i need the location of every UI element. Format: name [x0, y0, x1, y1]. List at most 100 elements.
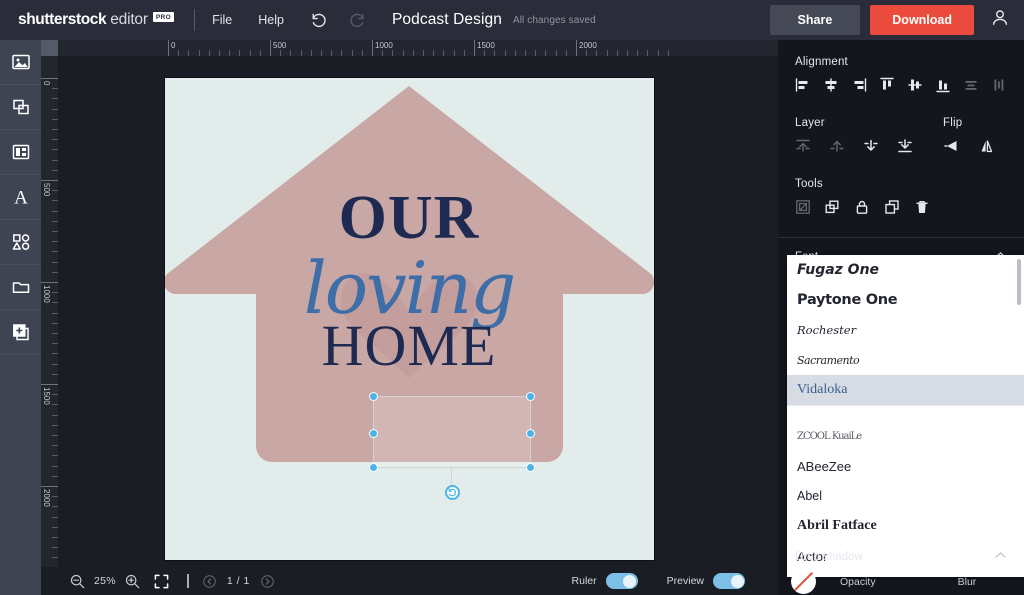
align-center-horizontal-button[interactable] [823, 77, 839, 98]
bring-forward-button[interactable] [829, 138, 845, 159]
fit-screen-icon[interactable] [154, 574, 169, 589]
flip-title: Flip [943, 117, 995, 129]
app-logo[interactable]: shutterstock editor PRO [18, 11, 174, 29]
ruler-toggle-label: Ruler [572, 575, 597, 587]
svg-text:HOME: HOME [322, 313, 497, 378]
font-option[interactable]: Paytone One [787, 285, 1024, 315]
distribute-horizontal-button[interactable] [963, 77, 979, 98]
selection-handle-sw[interactable] [369, 463, 378, 472]
align-middle-vertical-button[interactable] [907, 77, 923, 98]
undo-icon[interactable] [310, 12, 327, 29]
font-option[interactable]: Abel [787, 481, 1024, 511]
flip-horizontal-button[interactable] [943, 138, 960, 159]
svg-text:A: A [14, 188, 28, 209]
next-page-icon[interactable] [261, 575, 274, 588]
selection-handle-w[interactable] [369, 429, 378, 438]
pro-badge: PRO [153, 12, 174, 22]
font-option[interactable]: Vidaloka [787, 375, 1024, 405]
selection-box[interactable] [373, 396, 531, 468]
send-to-back-button[interactable] [897, 138, 913, 159]
lock-button[interactable] [854, 199, 870, 220]
font-option[interactable]: ABeeZee [787, 451, 1024, 481]
bottombar-divider [187, 574, 189, 588]
bring-to-front-button[interactable] [795, 138, 811, 159]
ruler-tick-major [41, 180, 58, 181]
font-list-gap [787, 406, 1024, 421]
distribute-vertical-button[interactable] [991, 77, 1007, 98]
drop-shadow-color-swatch[interactable] [791, 569, 816, 594]
ruler-tick-major [41, 486, 58, 487]
ruler-label: 500 [270, 41, 286, 50]
ruler-corner [41, 40, 58, 56]
add-page-icon [11, 322, 31, 342]
align-bottom-button[interactable] [935, 77, 951, 98]
selection-handle-se[interactable] [526, 463, 535, 472]
page-indicator: 1 / 1 [227, 575, 250, 587]
sidebar-item-add-page[interactable] [0, 310, 41, 355]
brand-suffix: editor [110, 11, 148, 29]
drop-shadow-title: Drop shadow [795, 551, 863, 563]
ruler-tick-major [41, 78, 58, 79]
ruler-tick-major [41, 282, 58, 283]
send-backward-button[interactable] [863, 138, 879, 159]
font-list-scrollbar[interactable] [1017, 259, 1021, 305]
group-button[interactable] [824, 199, 840, 220]
layer-flip-row: Layer Flip [778, 117, 1024, 159]
sidebar-item-background[interactable] [0, 85, 41, 130]
zoom-level: 25% [94, 575, 116, 587]
menu-file[interactable]: File [212, 13, 232, 27]
duplicate-button[interactable] [884, 199, 900, 220]
ruler-label: 1000 [42, 285, 51, 303]
align-right-button[interactable] [851, 77, 867, 98]
flip-section: Flip [943, 117, 995, 159]
chevron-up-icon-drop-shadow[interactable] [994, 551, 1007, 563]
zoom-out-icon[interactable] [70, 574, 85, 589]
crop-button[interactable] [795, 199, 811, 220]
sidebar-item-elements[interactable] [0, 220, 41, 265]
opacity-label: Opacity [840, 576, 876, 588]
redo-icon[interactable] [349, 12, 366, 29]
panel-divider [778, 237, 1024, 238]
image-icon [11, 52, 31, 72]
rotate-handle[interactable] [445, 485, 460, 500]
selection-handle-e[interactable] [526, 429, 535, 438]
sidebar-item-text[interactable]: A [0, 175, 41, 220]
flip-vertical-button[interactable] [978, 138, 995, 159]
sidebar-item-folders[interactable] [0, 265, 41, 310]
blur-label: Blur [958, 576, 977, 588]
vertical-ruler[interactable]: 0500100015002000 [41, 56, 58, 567]
selection-handle-nw[interactable] [369, 392, 378, 401]
font-option[interactable]: Abril Fatface [787, 511, 1024, 541]
ruler-label: 2000 [42, 489, 51, 507]
drop-shadow-header[interactable]: Drop shadow [778, 545, 1024, 568]
download-button[interactable]: Download [870, 5, 974, 35]
document-title[interactable]: Podcast Design [392, 11, 502, 29]
house-artwork[interactable]: OUR loving HOME [165, 78, 654, 560]
preview-toggle[interactable] [713, 573, 745, 589]
design-canvas[interactable]: OUR loving HOME [165, 78, 654, 560]
horizontal-ruler[interactable]: 0500100015002000 [58, 40, 778, 56]
prev-page-icon[interactable] [203, 575, 216, 588]
layer-title: Layer [795, 117, 943, 129]
top-bar: shutterstock editor PRO File Help Podcas… [0, 0, 1024, 40]
font-option[interactable]: Rochester [787, 315, 1024, 345]
font-dropdown-list[interactable]: Fugaz OnePaytone OneRochesterSacramentoV… [787, 255, 1024, 577]
sidebar-item-images[interactable] [0, 40, 41, 85]
sidebar-item-templates[interactable] [0, 130, 41, 175]
font-option[interactable]: ZCOOL KuaiLe [787, 421, 1024, 451]
zoom-in-icon[interactable] [125, 574, 140, 589]
align-top-button[interactable] [879, 77, 895, 98]
ruler-label: 1500 [42, 387, 51, 405]
align-left-button[interactable] [795, 77, 811, 98]
font-option[interactable]: Fugaz One [787, 255, 1024, 285]
delete-button[interactable] [914, 199, 930, 220]
canvas-area[interactable]: OUR loving HOME [58, 56, 778, 567]
ruler-toggle[interactable] [606, 573, 638, 589]
account-icon[interactable] [990, 8, 1010, 33]
drop-shadow-body: Opacity Blur [778, 568, 1024, 595]
font-option[interactable]: Sacramento [787, 345, 1024, 375]
share-button[interactable]: Share [770, 5, 861, 35]
menu-help[interactable]: Help [258, 13, 284, 27]
selection-handle-ne[interactable] [526, 392, 535, 401]
ruler-label: 0 [168, 41, 175, 50]
